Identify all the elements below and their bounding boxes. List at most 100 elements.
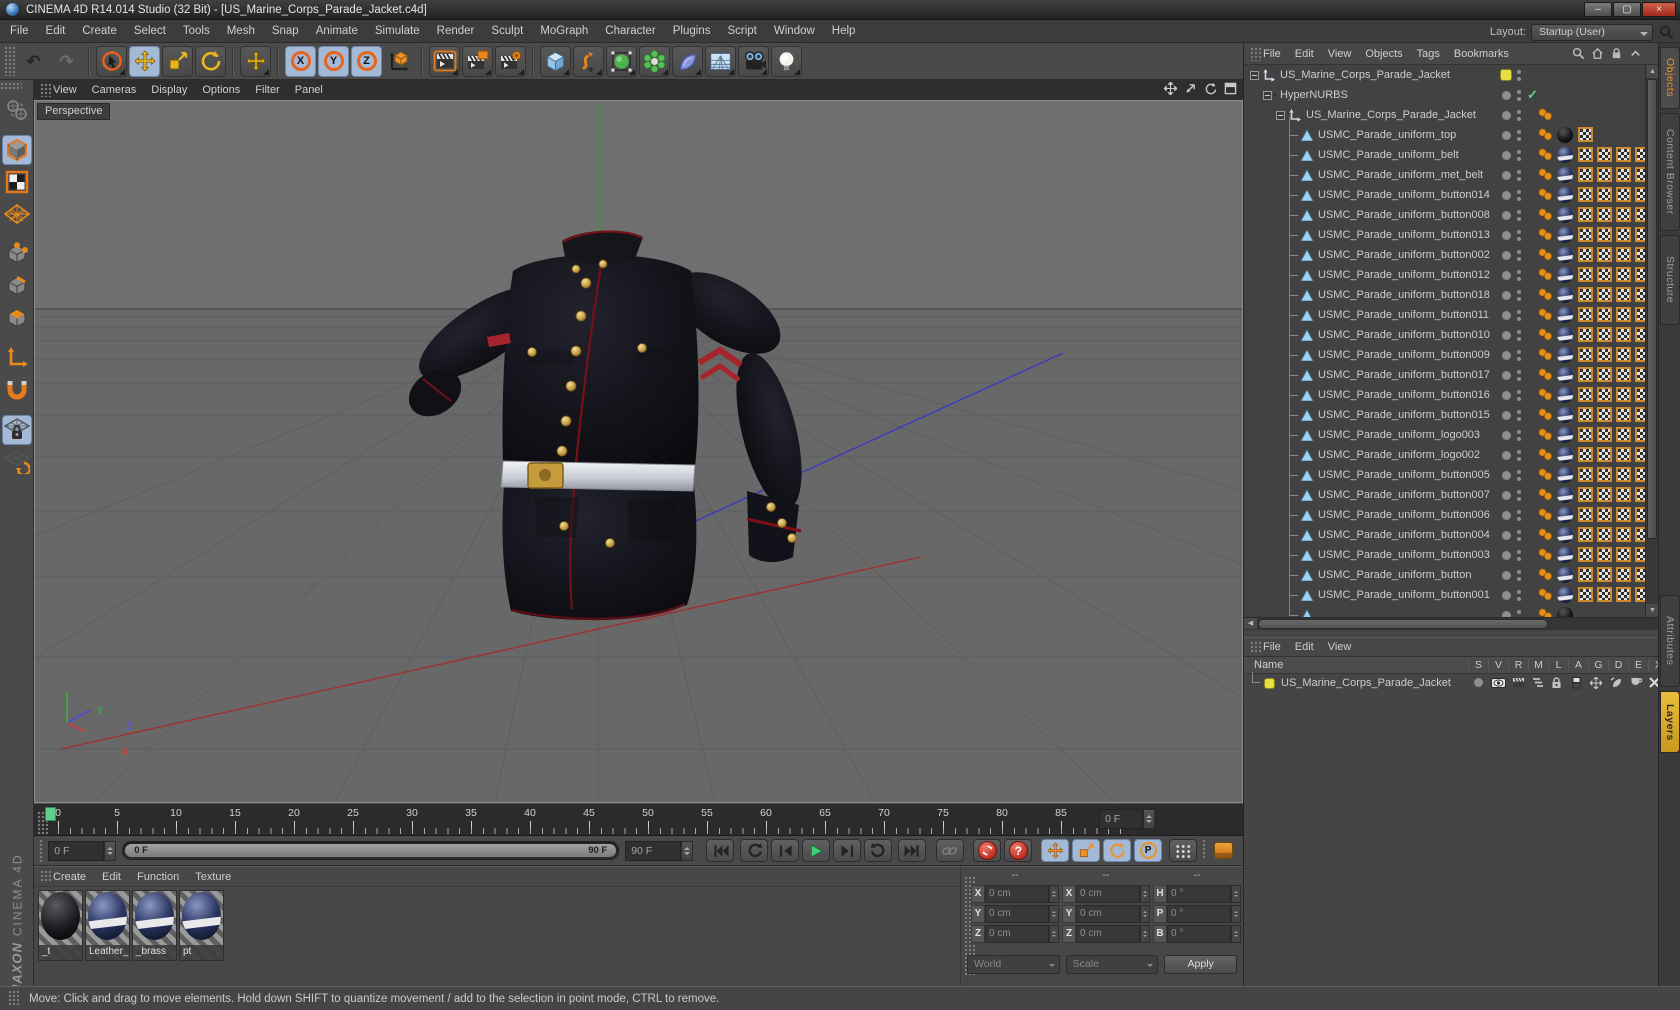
coordinate-value-field[interactable]: 0 cm — [985, 905, 1049, 923]
end-frame-stepper[interactable] — [681, 840, 694, 861]
uvw-tag-icon[interactable] — [1616, 567, 1631, 582]
material-tag-icon[interactable] — [1557, 367, 1573, 383]
uvw-tag-icon[interactable] — [1597, 147, 1612, 162]
layer-manager-icon[interactable] — [1528, 677, 1548, 688]
keyframe-selection-button[interactable] — [1168, 839, 1197, 862]
layer-render-icon[interactable] — [1508, 677, 1528, 688]
enabled-check-icon[interactable]: ✓ — [1527, 87, 1538, 103]
uvw-tag-icon[interactable] — [1597, 487, 1612, 502]
material-tag-icon[interactable] — [1557, 407, 1573, 423]
object-row[interactable]: USMC_Parade_uniform_button013 — [1244, 225, 1658, 245]
move-tool-button[interactable] — [129, 45, 160, 77]
visibility-dots[interactable] — [1517, 568, 1521, 584]
visibility-dots[interactable] — [1517, 548, 1521, 564]
layer-column-header[interactable]: E — [1628, 659, 1648, 671]
layer-color-dot[interactable] — [1502, 331, 1511, 340]
object-row[interactable]: USMC_Parade_uniform_button009 — [1244, 345, 1658, 365]
om-menu-item[interactable]: Objects — [1365, 48, 1402, 60]
lm-menu-item[interactable]: View — [1328, 641, 1352, 653]
uvw-tag-icon[interactable] — [1597, 347, 1612, 362]
material-tag-icon[interactable] — [1557, 467, 1573, 483]
menubar-item[interactable]: File — [10, 25, 29, 37]
lock-workplane-button[interactable] — [1, 415, 32, 445]
add-mograph-button[interactable] — [639, 45, 670, 77]
uvw-tag-icon[interactable] — [1616, 507, 1631, 522]
search-icon[interactable] — [1659, 25, 1674, 40]
layer-lock-icon[interactable] — [1546, 677, 1566, 689]
render-settings-button[interactable] — [495, 45, 526, 77]
key-parameter-button[interactable]: P — [1134, 839, 1163, 862]
phong-tag-icon[interactable] — [1538, 308, 1553, 321]
rotate-tool-button[interactable] — [195, 45, 226, 77]
add-camera-button[interactable] — [738, 45, 769, 77]
uvw-tag-icon[interactable] — [1578, 187, 1593, 202]
uvw-tag-icon[interactable] — [1597, 567, 1612, 582]
visibility-dots[interactable] — [1517, 588, 1521, 604]
om-menu-item[interactable]: Edit — [1295, 48, 1314, 60]
tab-content-browser[interactable]: Content Browser — [1660, 113, 1680, 231]
link-animation-button[interactable] — [935, 839, 964, 862]
phong-tag-icon[interactable] — [1538, 148, 1553, 161]
coordinate-stepper[interactable] — [1049, 905, 1059, 923]
layer-column-header[interactable]: A — [1568, 659, 1588, 671]
uvw-tag-icon[interactable] — [1578, 167, 1593, 182]
points-mode-button[interactable] — [2, 239, 32, 269]
object-row[interactable]: USMC_Parade_uniform_button004 — [1244, 525, 1658, 545]
lock-z-axis-button[interactable]: Z — [351, 45, 382, 77]
object-row[interactable]: USMC_Parade_uniform_button010 — [1244, 325, 1658, 345]
layer-color-dot[interactable] — [1502, 411, 1511, 420]
coordinate-value-field[interactable]: 0 cm — [985, 885, 1049, 903]
material-tag-icon[interactable] — [1557, 147, 1573, 163]
coordinate-value-field[interactable]: 0 cm — [1076, 885, 1140, 903]
visibility-dots[interactable] — [1517, 388, 1521, 404]
tab-attributes[interactable]: Attributes — [1660, 595, 1680, 687]
object-row[interactable]: USMC_Parade_uniform_button001 — [1244, 585, 1658, 605]
uvw-tag-icon[interactable] — [1578, 407, 1593, 422]
phong-tag-icon[interactable] — [1538, 288, 1553, 301]
object-row[interactable]: USMC_Parade_uniform_button017 — [1244, 365, 1658, 385]
material-tile[interactable]: Leather_ — [85, 890, 130, 961]
uvw-tag-icon[interactable] — [1578, 247, 1593, 262]
uvw-tag-icon[interactable] — [1597, 527, 1612, 542]
uvw-tag-icon[interactable] — [1597, 447, 1612, 462]
coordinate-value-field[interactable]: 0 cm — [1076, 925, 1140, 943]
undo-button[interactable]: ↶ — [18, 45, 49, 77]
menubar-item[interactable]: Script — [727, 25, 756, 37]
layer-color-dot[interactable] — [1502, 211, 1511, 220]
coordinate-system-button[interactable] — [384, 45, 415, 77]
visibility-dots[interactable] — [1517, 328, 1521, 344]
uvw-tag-icon[interactable] — [1578, 387, 1593, 402]
timeline-ruler[interactable]: 051015202530354045505560657075808590 0 F — [34, 803, 1243, 836]
layer-column-header[interactable]: R — [1508, 659, 1528, 671]
menubar-item[interactable]: Simulate — [375, 25, 420, 37]
phong-tag-icon[interactable] — [1538, 448, 1553, 461]
menubar-item[interactable]: Plugins — [673, 25, 711, 37]
phong-tag-icon[interactable] — [1538, 508, 1553, 521]
layer-column-header[interactable]: G — [1588, 659, 1608, 671]
uvw-tag-icon[interactable] — [1578, 487, 1593, 502]
add-floor-button[interactable] — [705, 45, 736, 77]
menubar-item[interactable]: Render — [437, 25, 475, 37]
expander-icon[interactable] — [1276, 110, 1285, 120]
minimize-button[interactable]: – — [1584, 2, 1612, 17]
visibility-dots[interactable] — [1517, 268, 1521, 284]
material-tag-icon[interactable] — [1557, 207, 1573, 223]
uvw-tag-icon[interactable] — [1616, 407, 1631, 422]
layer-color-dot[interactable] — [1502, 91, 1511, 100]
uvw-tag-icon[interactable] — [1616, 467, 1631, 482]
om-menu-item[interactable]: Tags — [1417, 48, 1440, 60]
uvw-tag-icon[interactable] — [1578, 267, 1593, 282]
menubar-item[interactable]: Snap — [272, 25, 299, 37]
visibility-dots[interactable] — [1517, 448, 1521, 464]
menubar-item[interactable]: Animate — [316, 25, 358, 37]
key-rotation-button[interactable] — [1103, 839, 1132, 862]
layer-color-dot[interactable] — [1502, 311, 1511, 320]
coordinate-value-field[interactable]: 0 ° — [1167, 925, 1231, 943]
phong-tag-icon[interactable] — [1538, 408, 1553, 421]
uvw-tag-icon[interactable] — [1578, 547, 1593, 562]
layer-color-dot[interactable] — [1500, 69, 1512, 81]
visibility-dots[interactable] — [1517, 88, 1521, 104]
viewport-canvas[interactable]: Perspective Y Z X — [34, 100, 1243, 803]
uvw-tag-icon[interactable] — [1616, 287, 1631, 302]
om-menu-item[interactable]: File — [1263, 48, 1281, 60]
